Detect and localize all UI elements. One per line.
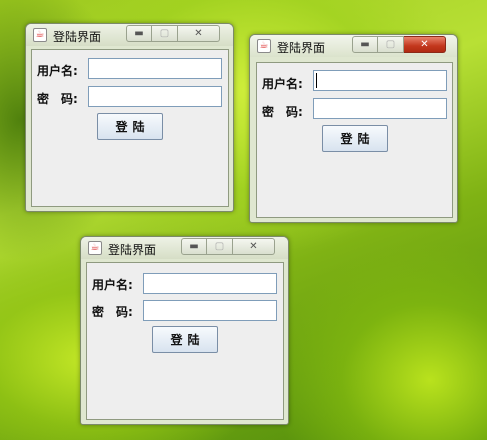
close-button[interactable]: ✕	[233, 238, 275, 255]
minimize-button[interactable]: ▬	[181, 238, 207, 255]
close-button[interactable]: ✕	[404, 36, 446, 53]
password-label: 密 码:	[37, 92, 78, 106]
minimize-button[interactable]: ▬	[126, 25, 152, 42]
java-icon: ☕	[257, 39, 271, 53]
maximize-button[interactable]: ▢	[207, 238, 233, 255]
username-label: 用户名:	[92, 278, 133, 292]
password-label: 密 码:	[92, 305, 133, 319]
password-field[interactable]	[313, 98, 447, 119]
maximize-button[interactable]: ▢	[152, 25, 178, 42]
window-title: 登陆界面	[277, 41, 326, 55]
username-field[interactable]	[313, 70, 447, 91]
login-window-3: ☕ 登陆界面 ▬ ▢ ✕ 用户名: 密 码: 登陆	[80, 236, 289, 425]
java-icon: ☕	[88, 241, 102, 255]
window-controls: ▬ ▢ ✕	[126, 25, 220, 42]
content-panel: 用户名: 密 码: 登陆	[256, 62, 453, 218]
title-bar[interactable]: ☕ 登陆界面 ▬ ▢ ✕	[26, 24, 233, 46]
password-field[interactable]	[143, 300, 277, 321]
content-panel: 用户名: 密 码: 登陆	[86, 262, 284, 420]
username-label: 用户名:	[37, 64, 78, 78]
content-panel: 用户名: 密 码: 登陆	[31, 49, 229, 207]
login-window-2: ☕ 登陆界面 ▬ ▢ ✕ 用户名: 密 码: 登陆	[249, 34, 458, 223]
password-field[interactable]	[88, 86, 222, 107]
window-title: 登陆界面	[53, 30, 102, 44]
java-icon: ☕	[33, 28, 47, 42]
minimize-button[interactable]: ▬	[352, 36, 378, 53]
login-window-1: ☕ 登陆界面 ▬ ▢ ✕ 用户名: 密 码: 登陆	[25, 23, 234, 212]
username-label: 用户名:	[262, 77, 303, 91]
window-controls: ▬ ▢ ✕	[181, 238, 275, 255]
username-field[interactable]	[88, 58, 222, 79]
close-button[interactable]: ✕	[178, 25, 220, 42]
title-bar[interactable]: ☕ 登陆界面 ▬ ▢ ✕	[250, 35, 457, 57]
maximize-button[interactable]: ▢	[378, 36, 404, 53]
username-field[interactable]	[143, 273, 277, 294]
window-controls: ▬ ▢ ✕	[352, 36, 446, 53]
text-caret	[316, 73, 317, 88]
login-button[interactable]: 登陆	[152, 326, 218, 353]
password-label: 密 码:	[262, 105, 303, 119]
login-button[interactable]: 登陆	[322, 125, 388, 152]
login-button[interactable]: 登陆	[97, 113, 163, 140]
window-title: 登陆界面	[108, 243, 157, 257]
title-bar[interactable]: ☕ 登陆界面 ▬ ▢ ✕	[81, 237, 288, 259]
